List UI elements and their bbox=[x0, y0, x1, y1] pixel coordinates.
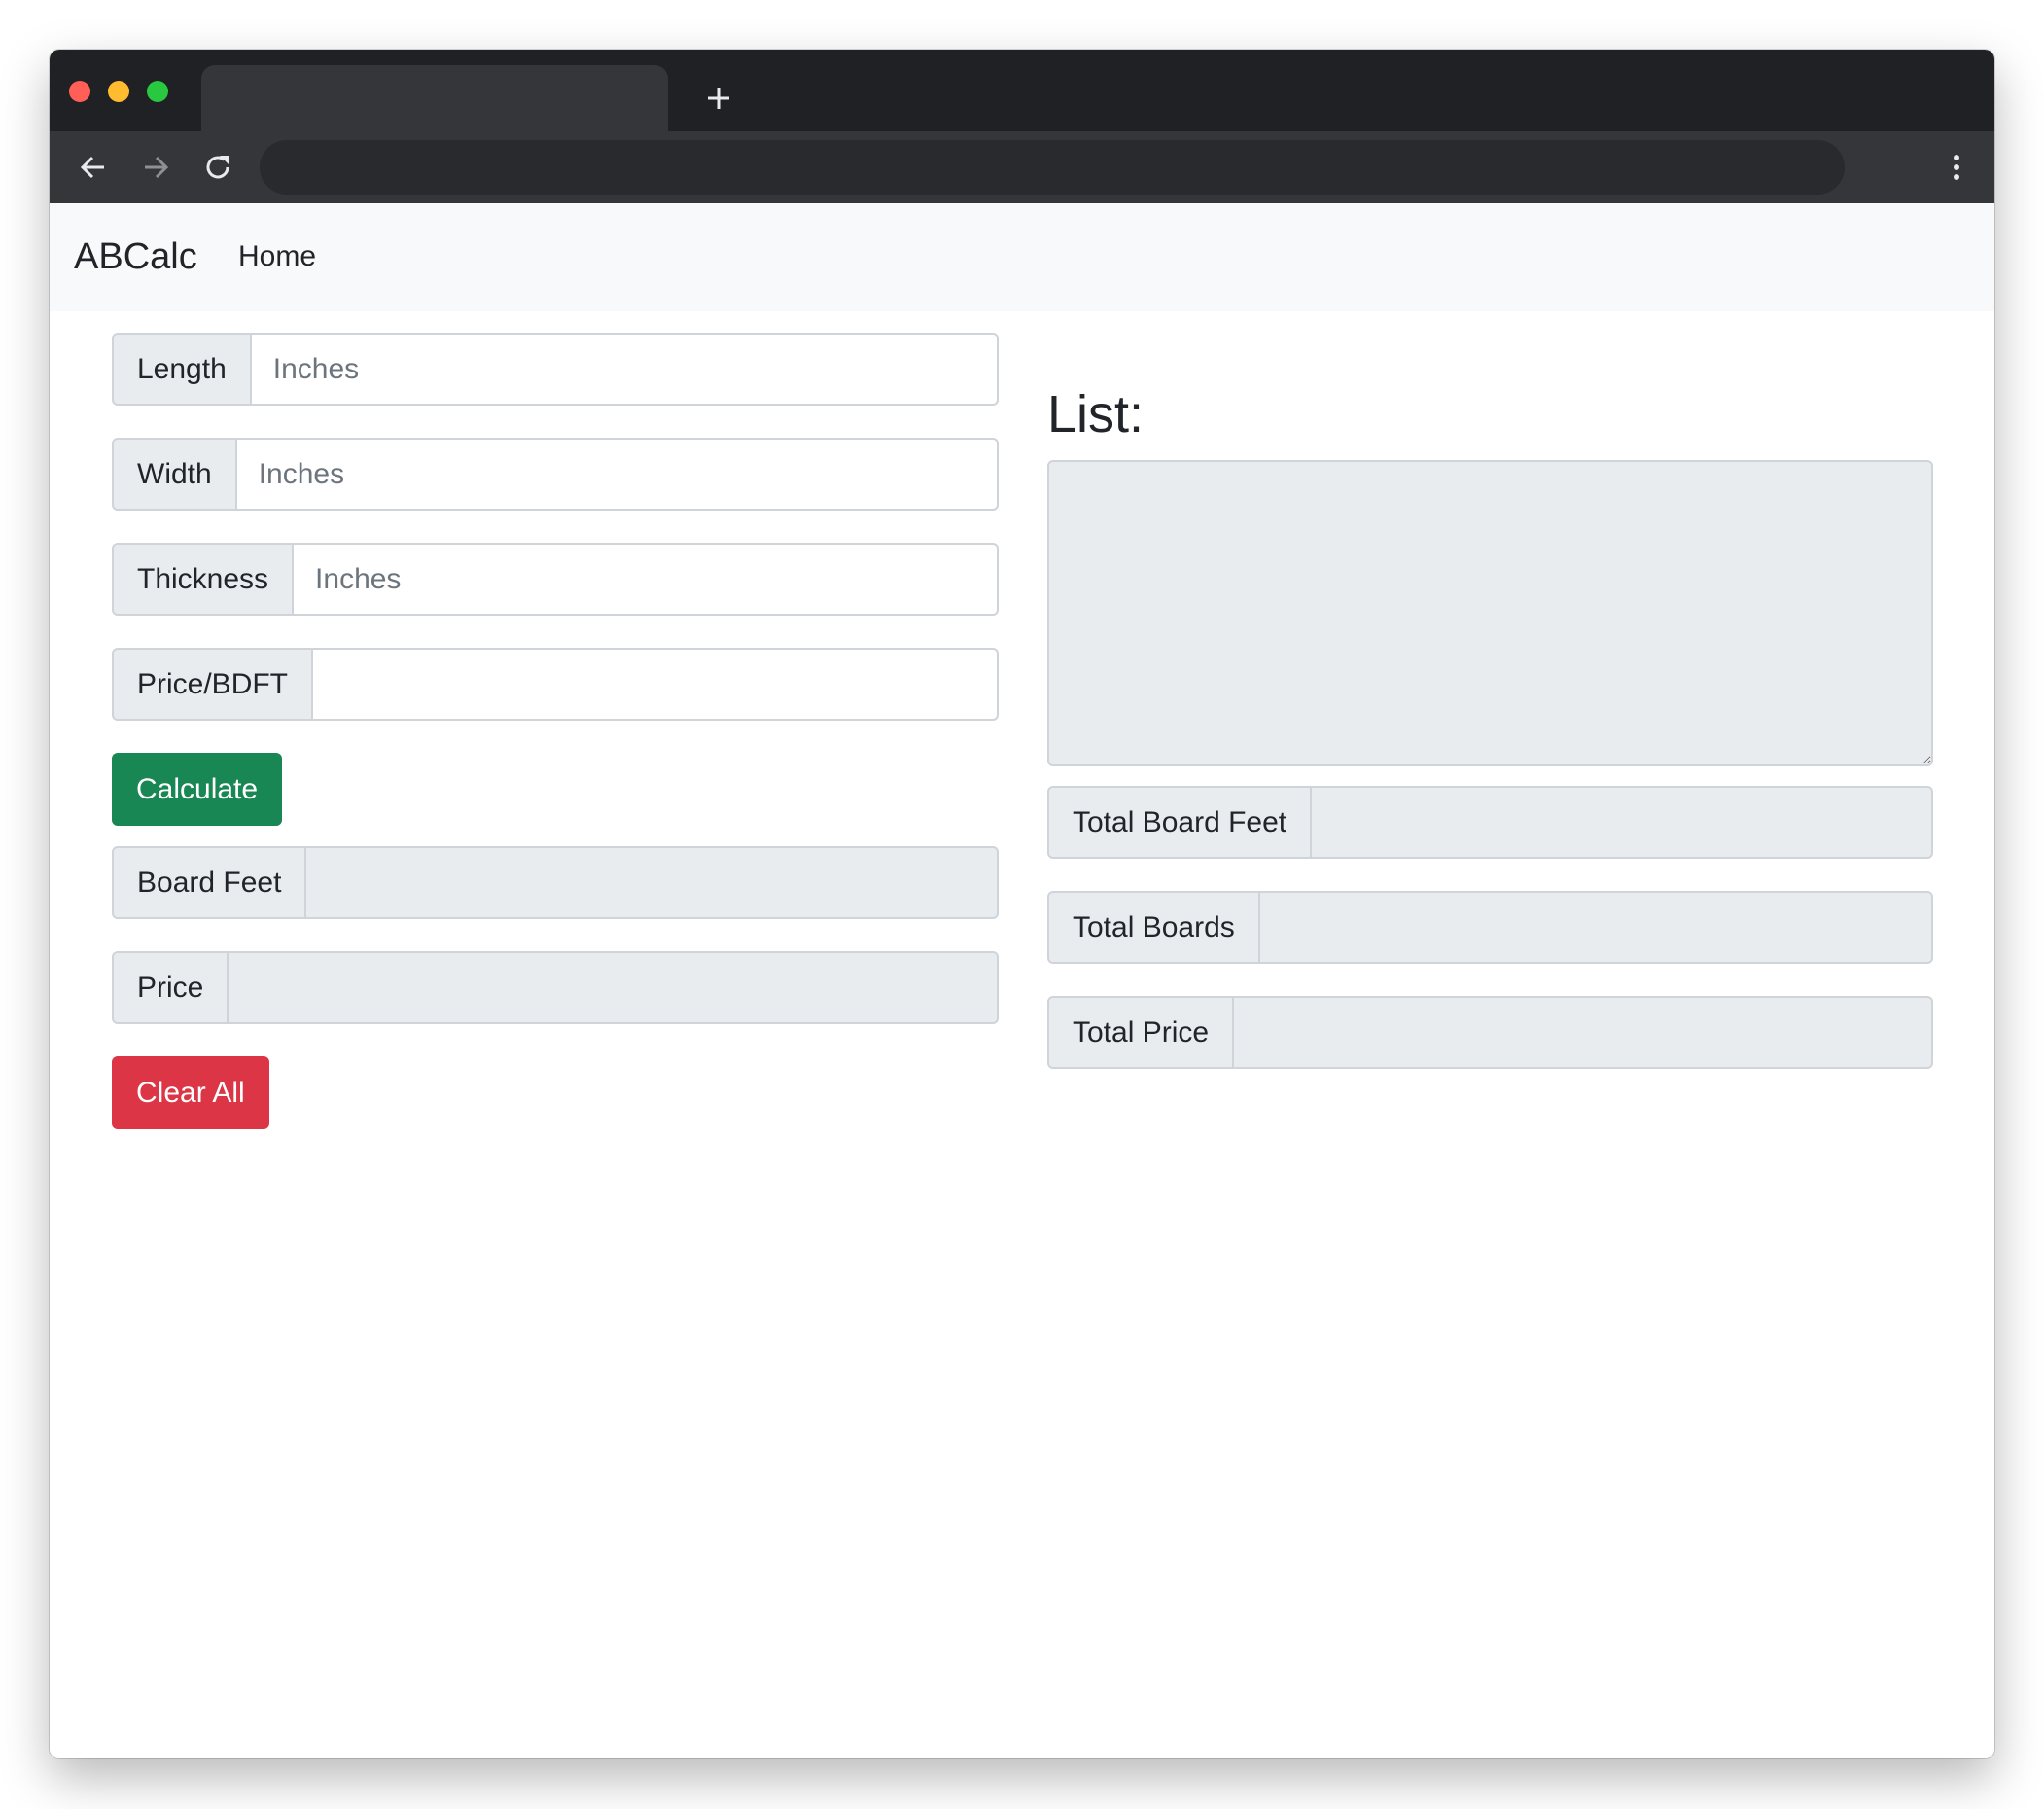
reload-button[interactable] bbox=[197, 147, 238, 188]
close-window-button[interactable] bbox=[69, 81, 90, 102]
board-feet-output-group: Board Feet bbox=[112, 846, 999, 919]
width-input-group: Width bbox=[112, 438, 999, 511]
width-input[interactable] bbox=[236, 438, 999, 511]
address-bar[interactable] bbox=[260, 140, 1845, 195]
length-input[interactable] bbox=[251, 333, 999, 406]
total-price-group: Total Price bbox=[1047, 996, 1933, 1069]
price-output bbox=[229, 951, 999, 1024]
total-boards-label: Total Boards bbox=[1047, 891, 1260, 964]
back-button[interactable] bbox=[73, 147, 114, 188]
new-tab-button[interactable] bbox=[699, 79, 738, 118]
browser-menu-button[interactable] bbox=[1936, 147, 1977, 188]
price-per-bdft-input[interactable] bbox=[313, 648, 999, 721]
browser-tab[interactable] bbox=[201, 65, 668, 131]
nav-link-home[interactable]: Home bbox=[238, 238, 316, 275]
browser-window: ABCalc Home Length Width Thickness Price… bbox=[50, 50, 1994, 1758]
kebab-menu-icon bbox=[1954, 155, 1959, 180]
width-label: Width bbox=[112, 438, 237, 511]
list-heading: List: bbox=[1047, 385, 1145, 443]
thickness-input-group: Thickness bbox=[112, 543, 999, 616]
arrow-left-icon bbox=[80, 156, 104, 179]
minimize-window-button[interactable] bbox=[108, 81, 129, 102]
page-content: ABCalc Home Length Width Thickness Price… bbox=[50, 203, 1994, 1758]
arrow-right-icon bbox=[145, 156, 169, 179]
length-input-group: Length bbox=[112, 333, 999, 406]
total-board-feet-label: Total Board Feet bbox=[1047, 786, 1313, 859]
calculate-button[interactable]: Calculate bbox=[112, 753, 283, 826]
reload-icon bbox=[206, 156, 229, 179]
total-price-output bbox=[1234, 996, 1933, 1069]
plus-icon bbox=[708, 88, 729, 109]
tab-bar bbox=[50, 50, 1994, 131]
list-textarea[interactable] bbox=[1047, 460, 1933, 766]
price-per-bdft-label: Price/BDFT bbox=[112, 648, 314, 721]
total-boards-group: Total Boards bbox=[1047, 891, 1933, 964]
navbar-brand[interactable]: ABCalc bbox=[74, 234, 197, 279]
price-output-group: Price bbox=[112, 951, 999, 1024]
length-label: Length bbox=[112, 333, 252, 406]
navbar: ABCalc Home bbox=[50, 203, 1994, 311]
price-label: Price bbox=[112, 951, 229, 1024]
price-per-bdft-input-group: Price/BDFT bbox=[112, 648, 999, 721]
forward-button[interactable] bbox=[135, 147, 176, 188]
total-board-feet-output bbox=[1312, 786, 1933, 859]
total-price-label: Total Price bbox=[1047, 996, 1235, 1069]
browser-toolbar bbox=[50, 131, 1994, 203]
board-feet-output bbox=[306, 846, 999, 919]
total-boards-output bbox=[1259, 891, 1933, 964]
thickness-input[interactable] bbox=[294, 543, 999, 616]
clear-all-button[interactable]: Clear All bbox=[112, 1056, 269, 1129]
board-feet-label: Board Feet bbox=[112, 846, 307, 919]
maximize-window-button[interactable] bbox=[147, 81, 168, 102]
total-board-feet-group: Total Board Feet bbox=[1047, 786, 1933, 859]
thickness-label: Thickness bbox=[112, 543, 295, 616]
